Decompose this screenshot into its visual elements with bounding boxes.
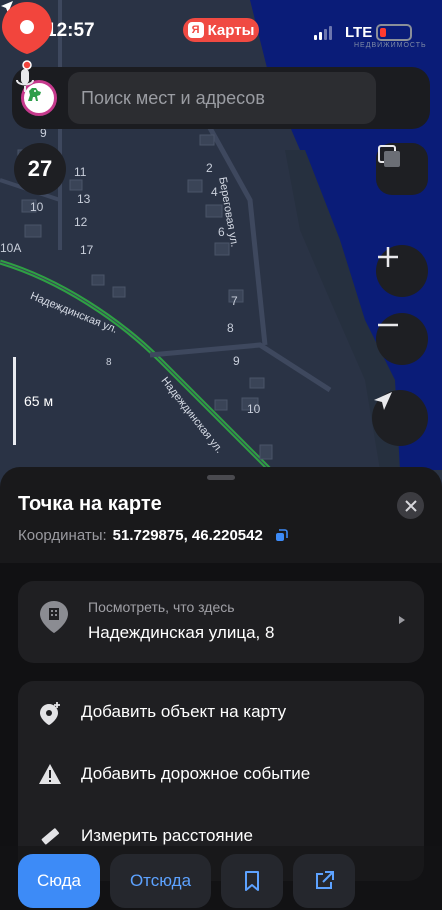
house-number: 10А [0, 241, 22, 255]
yandex-logo-icon: Я [187, 22, 204, 38]
zoom-in-button[interactable] [376, 245, 428, 297]
copy-icon[interactable] [275, 529, 288, 542]
zoom-out-button[interactable] [376, 313, 428, 365]
whats-here-subtitle: Посмотреть, что здесь [88, 599, 235, 615]
scale-label: 65 м [24, 393, 54, 409]
watermark: НЕДВИЖИМОСТЬ [354, 42, 427, 49]
house-number: 10 [247, 402, 261, 416]
share-button[interactable] [293, 854, 355, 908]
place-sheet: Точка на карте Координаты: 51.729875, 46… [0, 467, 442, 910]
house-number: 6 [218, 225, 225, 239]
house-number: 9 [233, 354, 240, 368]
house-number: 12 [74, 215, 88, 229]
search-bar: Поиск мест и адресов [12, 67, 430, 129]
action-bar: Сюда Отсюда [0, 846, 442, 910]
warning-icon [39, 764, 61, 784]
app-pill-label: Карты [207, 21, 255, 39]
menu-item-label: Измерить расстояние [81, 826, 253, 845]
yandex-maps-pill[interactable]: Я Карты [183, 18, 259, 42]
search-input[interactable]: Поиск мест и адресов [68, 72, 376, 124]
whats-here-card[interactable]: Посмотреть, что здесь Надеждинская улица… [18, 581, 424, 663]
network-label: LTE [345, 24, 373, 41]
chevron-right-icon [399, 616, 405, 624]
house-number: 10 [30, 200, 44, 214]
house-number: 4 [211, 185, 218, 199]
add-place-icon [40, 702, 60, 725]
menu-item-label: Добавить объект на карту [81, 702, 287, 721]
plus-icon [378, 247, 398, 267]
battery-icon [376, 24, 412, 41]
share-icon [316, 871, 334, 889]
coordinates-row: Координаты: 51.729875, 46.220542 [18, 527, 288, 544]
layers-button[interactable] [376, 143, 428, 195]
close-button[interactable] [397, 492, 424, 519]
whats-here-address: Надеждинская улица, 8 [88, 623, 275, 642]
house-number: 11 [74, 165, 87, 179]
house-number: 7 [231, 294, 238, 308]
route-from-here-button[interactable]: Отсюда [110, 854, 211, 908]
building-pin-icon [40, 601, 68, 633]
close-icon [404, 499, 417, 512]
map-pin-icon[interactable] [0, 0, 54, 80]
navigation-arrow-icon [374, 392, 392, 410]
scale-bar [13, 357, 16, 445]
status-bar: 12:57 Я Карты LTE НЕДВИЖИМОСТЬ [0, 0, 442, 62]
coordinates-label: Координаты: [18, 527, 107, 544]
signal-icon [314, 26, 332, 40]
coordinates-value[interactable]: 51.729875, 46.220542 [113, 527, 263, 544]
sheet-title: Точка на карте [18, 493, 162, 515]
traffic-score-badge[interactable]: 27 [14, 143, 66, 195]
menu-item-label: Добавить дорожное событие [81, 764, 311, 783]
sheet-grabber[interactable] [207, 475, 235, 480]
bookmark-button[interactable] [221, 854, 283, 908]
ruler-icon [41, 828, 60, 845]
bookmark-icon [245, 871, 259, 891]
house-number: 17 [80, 243, 94, 257]
menu-item-road-event[interactable]: Добавить дорожное событие [18, 743, 424, 805]
house-number: 8 [227, 321, 234, 335]
house-number: 13 [77, 192, 91, 206]
minus-icon [378, 323, 398, 327]
my-location-button[interactable] [372, 390, 428, 446]
layers-icon [378, 145, 400, 167]
menu-item-add-place[interactable]: Добавить объект на карту [18, 681, 424, 743]
route-to-here-button[interactable]: Сюда [18, 854, 100, 908]
house-number: 2 [206, 161, 213, 175]
pin-house-number: 8 [106, 357, 112, 368]
